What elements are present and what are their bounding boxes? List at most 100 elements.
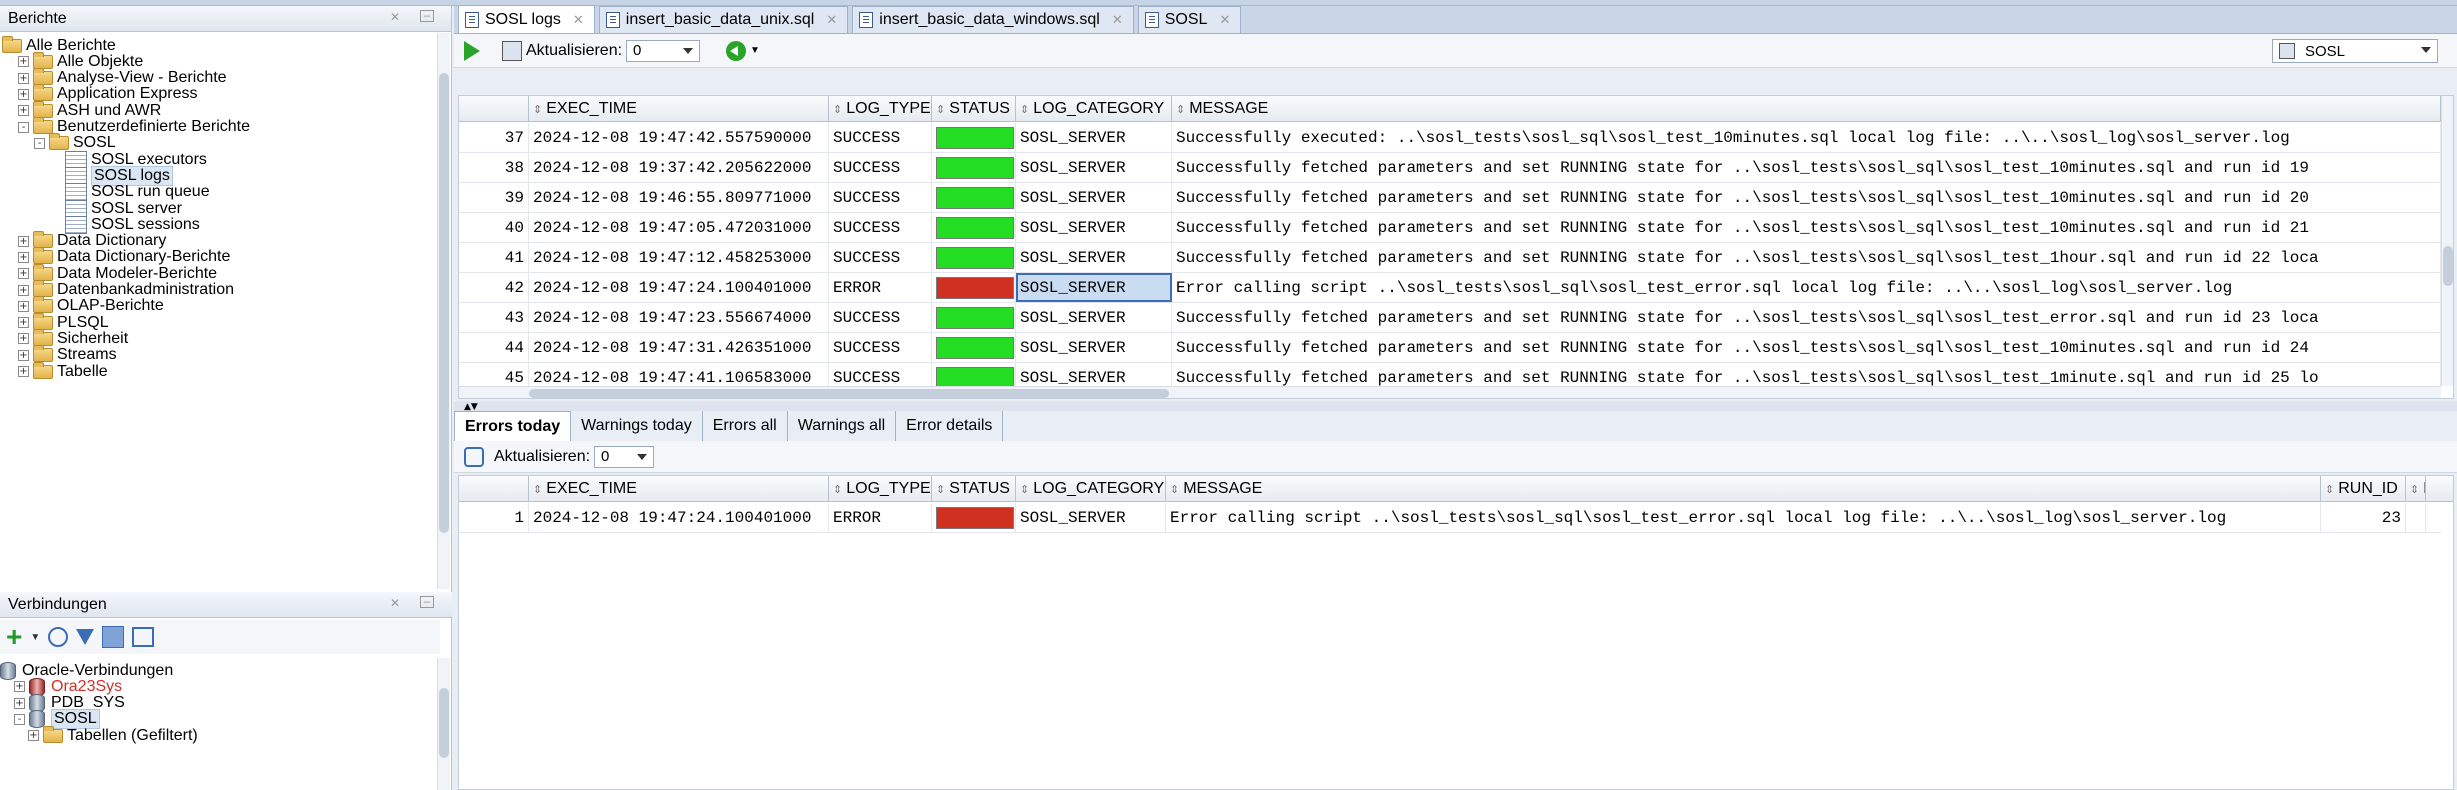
editor-tab[interactable]: SOSL logs ✕ xyxy=(458,5,595,33)
detail-refresh-select[interactable]: 0 xyxy=(594,445,655,468)
column-header[interactable]: ⇕E xyxy=(2406,476,2426,502)
sort-icon[interactable]: ⇕ xyxy=(533,103,542,116)
sort-icon[interactable]: ⇕ xyxy=(1020,483,1029,496)
cell-msg[interactable]: Successfully fetched parameters and set … xyxy=(1172,213,2441,242)
cell-status[interactable] xyxy=(932,503,1016,532)
cell-time[interactable]: 2024-12-08 19:37:42.205622000 xyxy=(529,153,829,182)
cell-n[interactable]: 43 xyxy=(459,303,529,332)
cell-cat[interactable]: SOSL_SERVER xyxy=(1016,183,1172,212)
cell-type[interactable]: SUCCESS xyxy=(829,243,932,272)
close-icon[interactable]: ✕ xyxy=(1112,12,1123,28)
table-row[interactable]: 1 2024-12-08 19:47:24.100401000 ERROR SOSL_… xyxy=(459,503,2441,533)
collapse-icon[interactable] xyxy=(132,627,155,647)
cell-cat[interactable]: SOSL_SERVER xyxy=(1016,123,1172,152)
cell-status[interactable] xyxy=(932,303,1016,332)
cell-type[interactable]: SUCCESS xyxy=(829,213,932,242)
cell-msg[interactable]: Successfully fetched parameters and set … xyxy=(1172,183,2441,212)
table-row[interactable]: 39 2024-12-08 19:46:55.809771000 SUCCESS SO… xyxy=(459,183,2441,213)
connection-item[interactable]: + Tabellen (Gefiltert) xyxy=(28,723,198,748)
add-connection-icon[interactable]: + xyxy=(6,623,22,651)
connection-select[interactable]: SOSL xyxy=(2272,39,2438,63)
cell-cat[interactable]: SOSL_SERVER xyxy=(1016,243,1172,272)
cell-type[interactable]: ERROR xyxy=(829,503,932,532)
table-row[interactable]: 37 2024-12-08 19:47:42.557590000 SUCCESS SO… xyxy=(459,123,2441,153)
detail-tab[interactable]: Warnings all xyxy=(788,411,897,441)
column-header[interactable]: ⇕ LOG_CATEGORY xyxy=(1016,96,1172,122)
cell-msg[interactable]: Error calling script ..\sosl_tests\sosl_… xyxy=(1166,503,2321,532)
close-icon[interactable]: ✕ xyxy=(826,12,837,28)
cell-status[interactable] xyxy=(932,153,1016,182)
column-header[interactable]: ⇕ LOG_TYPE xyxy=(829,96,932,122)
cell-status[interactable] xyxy=(932,273,1016,302)
sort-icon[interactable]: ⇕ xyxy=(936,103,945,116)
cell-type[interactable]: SUCCESS xyxy=(829,153,932,182)
column-header[interactable]: ⇕ MESSAGE xyxy=(1166,476,2321,502)
sort-icon[interactable]: ⇕ xyxy=(1020,103,1029,116)
cell-status[interactable] xyxy=(932,213,1016,242)
column-header[interactable]: ⇕ EXEC_TIME xyxy=(529,476,829,502)
detail-tab[interactable]: Errors today xyxy=(454,411,572,441)
column-header[interactable]: ⇕ EXEC_TIME xyxy=(529,96,829,122)
schema-browser-icon[interactable] xyxy=(102,626,125,648)
log-grid-vscroll[interactable] xyxy=(2441,96,2453,386)
detail-tab[interactable]: Errors all xyxy=(703,411,788,441)
column-header[interactable]: ⇕ MESSAGE xyxy=(1172,96,2441,122)
navigate-back-icon[interactable] xyxy=(726,40,747,61)
close-icon[interactable]: ✕ xyxy=(388,596,402,610)
table-row[interactable]: 41 2024-12-08 19:47:12.458253000 SUCCESS SO… xyxy=(459,243,2441,273)
cell-type[interactable]: SUCCESS xyxy=(829,123,932,152)
close-icon[interactable]: ✕ xyxy=(573,12,584,28)
column-header[interactable]: ⇕ STATUS xyxy=(932,476,1016,502)
editor-tab[interactable]: insert_basic_data_unix.sql ✕ xyxy=(598,6,849,33)
refresh-interval-select[interactable]: 0 xyxy=(626,39,701,62)
expand-toggle-icon[interactable]: + xyxy=(28,730,39,742)
sort-icon[interactable]: ⇕ xyxy=(1170,483,1179,496)
cell-time[interactable]: 2024-12-08 19:47:24.100401000 xyxy=(529,503,829,532)
cell-time[interactable]: 2024-12-08 19:46:55.809771000 xyxy=(529,183,829,212)
cell-type[interactable]: SUCCESS xyxy=(829,333,932,362)
expand-toggle-icon[interactable]: + xyxy=(18,366,29,377)
cell-msg[interactable]: Successfully fetched parameters and set … xyxy=(1172,153,2441,182)
minimize-icon[interactable]: – xyxy=(420,9,434,22)
chevron-down-icon[interactable]: ▼ xyxy=(750,45,760,56)
cell-n[interactable]: 41 xyxy=(459,243,529,272)
log-grid-hscroll-thumb[interactable] xyxy=(529,389,1169,398)
column-header[interactable]: ⇕ RUN_ID xyxy=(2321,476,2406,502)
table-row[interactable]: 44 2024-12-08 19:47:31.426351000 SUCCESS SO… xyxy=(459,333,2441,363)
column-header[interactable]: ⇕ STATUS xyxy=(932,96,1016,122)
refresh-icon[interactable] xyxy=(464,446,484,467)
reports-scroll-thumb[interactable] xyxy=(439,73,449,533)
cell-n[interactable]: 40 xyxy=(459,213,529,242)
cell-run_id[interactable]: 23 xyxy=(2321,503,2406,532)
close-icon[interactable]: ✕ xyxy=(1219,12,1230,28)
detail-tab[interactable]: Error details xyxy=(896,411,1004,441)
expand-toggle-icon[interactable]: - xyxy=(14,713,25,725)
expand-toggle-icon[interactable]: - xyxy=(18,121,29,133)
splitter[interactable]: ▲▼ xyxy=(454,401,2457,412)
tree-item[interactable]: + Tabelle xyxy=(18,359,108,384)
cell-cat[interactable]: SOSL_SERVER xyxy=(1016,213,1172,242)
sort-icon[interactable]: ⇕ xyxy=(833,103,842,116)
minimize-icon[interactable]: – xyxy=(420,595,434,608)
cell-msg[interactable]: Successfully executed: ..\sosl_tests\sos… xyxy=(1172,123,2441,152)
cell-msg[interactable]: Successfully fetched parameters and set … xyxy=(1172,303,2441,332)
table-row[interactable]: 40 2024-12-08 19:47:05.472031000 SUCCESS SO… xyxy=(459,213,2441,243)
connections-scrollbar[interactable] xyxy=(437,658,450,790)
detail-tab[interactable]: Warnings today xyxy=(571,411,703,441)
cell-status[interactable] xyxy=(932,333,1016,362)
refresh-icon[interactable] xyxy=(48,627,69,647)
column-header[interactable]: ⇕ LOG_TYPE xyxy=(829,476,932,502)
cell-status[interactable] xyxy=(932,183,1016,212)
table-row[interactable]: 42 2024-12-08 19:47:24.100401000 ERROR SOSL… xyxy=(459,273,2441,303)
cell-msg[interactable]: Successfully fetched parameters and set … xyxy=(1172,243,2441,272)
cell-n[interactable]: 37 xyxy=(459,123,529,152)
reports-scrollbar[interactable] xyxy=(437,33,450,589)
cell-type[interactable]: SUCCESS xyxy=(829,303,932,332)
cell-type[interactable]: SUCCESS xyxy=(829,183,932,212)
cell-n[interactable]: 44 xyxy=(459,333,529,362)
cell-n[interactable]: 42 xyxy=(459,273,529,302)
sort-icon[interactable]: ⇕ xyxy=(833,483,842,496)
cell-msg[interactable]: Successfully fetched parameters and set … xyxy=(1172,333,2441,362)
editor-tab[interactable]: insert_basic_data_windows.sql ✕ xyxy=(852,6,1134,33)
cell-e[interactable] xyxy=(2406,503,2426,532)
